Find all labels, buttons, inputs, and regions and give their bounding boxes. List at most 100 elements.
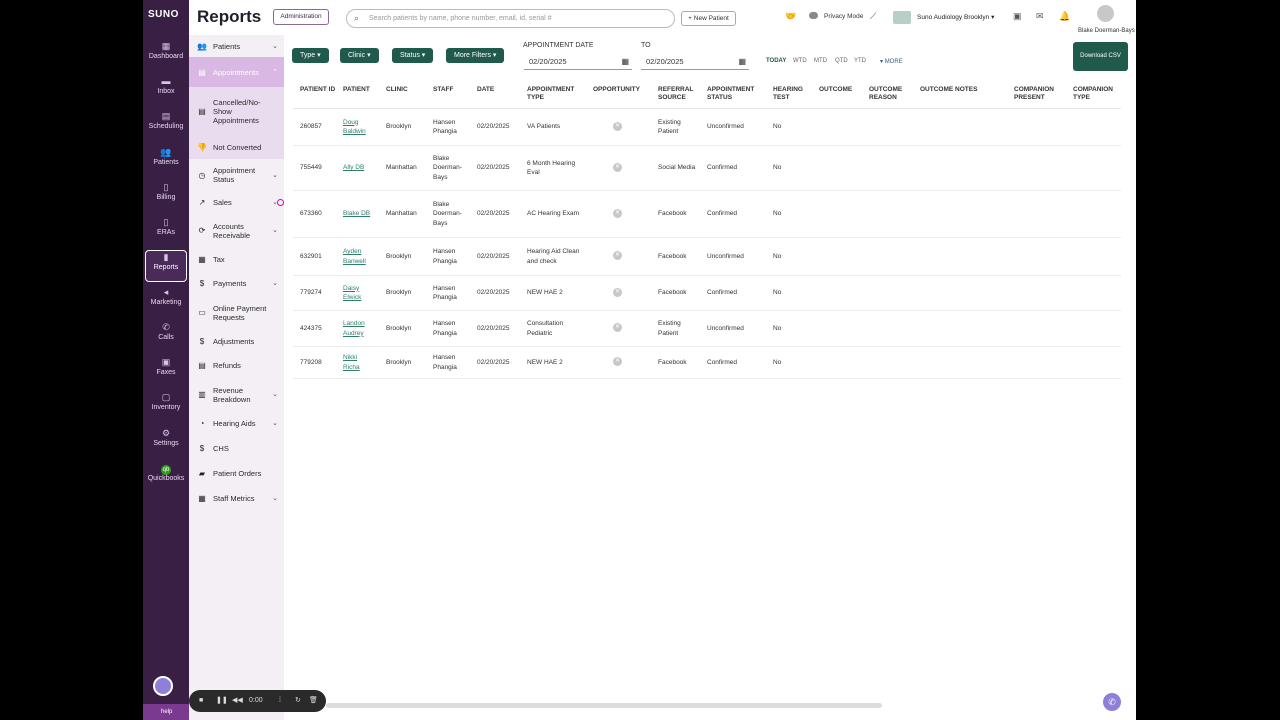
mail-icon[interactable]: ✉ [1036,11,1044,22]
range-wtd[interactable]: WTD [793,58,807,64]
rail-item-faxes[interactable]: ▣ Faxes [145,356,187,388]
bell-icon[interactable]: 🔔 [1059,11,1070,22]
submenu-item-sales[interactable]: ↗ Sales ⌄ [189,191,284,214]
submenu-item-revenue-breakdown[interactable]: ▥ Revenue Breakdown ⌄ [189,378,284,411]
download-csv-button[interactable]: Download CSV [1073,42,1128,71]
chevron-down-icon[interactable]: ⌄ [272,390,278,399]
submenu-item-appointments[interactable]: ▤ Appointments ⌃ [189,57,284,87]
rail-item-settings[interactable]: ⚙ Settings [145,427,187,459]
submenu-item-patient-orders[interactable]: ▰ Patient Orders [189,461,284,486]
chat-bubble-button[interactable] [153,676,173,696]
rail-item-marketing[interactable]: ◂ Marketing [145,286,187,318]
avatar[interactable] [1097,5,1114,22]
rail-item-eras[interactable]: ▯ ERAs [145,216,187,248]
column-header[interactable]: HEARING TEST [773,86,815,102]
rail-item-inbox[interactable]: ▬ Inbox [145,75,187,107]
chevron-up-icon[interactable]: ⌃ [272,68,278,77]
range-ytd[interactable]: YTD [854,58,866,64]
more-filters-button[interactable]: More Filters ▾ [446,48,505,63]
cell-patient[interactable]: Ayden Banwell [343,238,375,275]
cell-patient[interactable]: Daisy Elwick [343,276,375,310]
table-row[interactable]: 424375 Landon Audrey Brooklyn Hansen Phangi… [293,311,1121,347]
submenu-item-chs[interactable]: $ CHS [189,436,284,461]
calendar-icon[interactable]: ▦ [621,54,629,70]
column-header[interactable]: COMPANION PRESENT [1014,86,1069,102]
rail-item-inventory[interactable]: ▢ Inventory [145,391,187,423]
horizontal-scrollbar[interactable] [326,703,882,708]
column-header[interactable]: PATIENT ID [300,86,339,94]
chevron-down-icon[interactable]: ⌄ [272,279,278,288]
search-input[interactable]: ⌕ Search patients by name, phone number,… [346,9,675,28]
handshake-icon[interactable]: 🤝 [785,11,796,22]
clinic-selector[interactable]: Suno Audiology Brooklyn ▾ [893,10,1005,25]
column-header[interactable]: STAFF [433,86,473,94]
chevron-down-icon[interactable]: ⌄ [272,198,278,207]
rewind-icon[interactable]: ◀◀ [232,690,243,712]
administration-button[interactable]: Administration [273,9,329,25]
cell-patient[interactable]: Nikki Richa [343,347,375,378]
from-date-input[interactable]: 02/20/2025 ▦ [524,54,632,70]
rail-item-billing[interactable]: ▯ Billing [145,181,187,213]
chevron-down-icon[interactable]: ⌄ [272,419,278,428]
column-header[interactable]: OUTCOME [819,86,865,94]
column-header[interactable]: OUTCOME REASON [869,86,916,102]
table-row[interactable]: 779208 Nikki Richa Brooklyn Hansen Phangia 0… [293,347,1121,379]
range-today[interactable]: TODAY [766,58,786,64]
clinic-filter-button[interactable]: Clinic ▾ [340,48,379,63]
submenu-item-not-converted[interactable]: 👎 Not Converted [189,135,284,159]
rail-item-reports[interactable]: ▮ Reports [145,250,187,282]
trash-icon[interactable]: 🗑 [309,690,318,712]
phone-button[interactable]: ✆ [1103,693,1121,711]
cell-patient[interactable]: Landon Audrey [343,311,375,346]
table-row[interactable]: 779274 Daisy Elwick Brooklyn Hansen Phangia… [293,276,1121,311]
table-row[interactable]: 755449 Ally DB Manhattan Blake Doerman-Bays… [293,146,1121,191]
new-patient-button[interactable]: + New Patient [681,11,736,26]
briefcase-icon[interactable]: ▣ [1013,11,1022,22]
cell-patient[interactable]: Blake DB [343,191,375,237]
column-header[interactable]: OUTCOME NOTES [920,86,980,94]
more-ranges-button[interactable]: ▾ MORE [880,58,903,65]
help-button[interactable]: help [143,704,189,720]
column-header[interactable]: DATE [477,86,523,94]
column-header[interactable]: APPOINTMENT TYPE [527,86,587,102]
cell-patient[interactable]: Ally DB [343,146,375,190]
submenu-item-accounts-receivable[interactable]: ⟳ Accounts Receivable ⌄ [189,214,284,247]
range-qtd[interactable]: QTD [835,58,848,64]
chevron-down-icon[interactable]: ⌄ [272,171,278,180]
column-header[interactable]: CLINIC [386,86,429,94]
submenu-item-payments[interactable]: $ Payments ⌄ [189,271,284,296]
cell-patient[interactable]: Doug Baldwin [343,109,375,145]
column-header[interactable]: APPOINTMENT STATUS [707,86,767,102]
column-header[interactable]: REFERRAL SOURCE [658,86,703,102]
submenu-item-adjustments[interactable]: $ Adjustments [189,329,284,353]
submenu-item-tax[interactable]: ▦ Tax [189,247,284,271]
column-header[interactable]: PATIENT [343,86,382,94]
pause-icon[interactable]: ❚❚ [216,690,228,712]
range-mtd[interactable]: MTD [814,58,827,64]
table-row[interactable]: 260857 Doug Baldwin Brooklyn Hansen Phangia… [293,109,1121,146]
submenu-item-online-payment-requests[interactable]: ▭ Online Payment Requests [189,296,284,329]
submenu-item-appointment-status[interactable]: ◷ Appointment Status ⌄ [189,159,284,191]
status-filter-button[interactable]: Status ▾ [392,48,434,63]
restart-icon[interactable]: ↻ [295,690,301,712]
calendar-icon[interactable]: ▦ [738,54,746,70]
submenu-item-patients[interactable]: 👥 Patients ⌄ [189,35,284,57]
submenu-item-cancelled-no-show-appointments[interactable]: ▤ Cancelled/No-Show Appointments [189,87,284,135]
stop-icon[interactable]: ■ [199,690,203,712]
table-row[interactable]: 673360 Blake DB Manhattan Blake Doerman-Bay… [293,191,1121,238]
submenu-item-refunds[interactable]: ▤ Refunds [189,353,284,378]
trend-icon[interactable]: ⟋ [870,11,876,22]
table-row[interactable]: 632901 Ayden Banwell Brooklyn Hansen Phangi… [293,238,1121,276]
rail-item-calls[interactable]: ✆ Calls [145,321,187,353]
chevron-down-icon[interactable]: ⌄ [272,494,278,503]
rail-item-patients[interactable]: 👥 Patients [145,146,187,178]
submenu-item-staff-metrics[interactable]: ▦ Staff Metrics ⌄ [189,486,284,511]
submenu-item-hearing-aids[interactable]: ◔ Hearing Aids ⌄ [189,411,284,436]
rail-item-quickbooks[interactable]: qb Quickbooks [145,462,187,494]
type-filter-button[interactable]: Type ▾ [292,48,329,63]
to-date-input[interactable]: 02/20/2025 ▦ [641,54,749,70]
chevron-down-icon[interactable]: ⌄ [272,42,278,51]
rail-item-scheduling[interactable]: ▤ Scheduling [145,110,187,142]
column-header[interactable]: COMPANION TYPE [1073,86,1119,102]
drag-icon[interactable]: ⁞ [279,690,281,712]
